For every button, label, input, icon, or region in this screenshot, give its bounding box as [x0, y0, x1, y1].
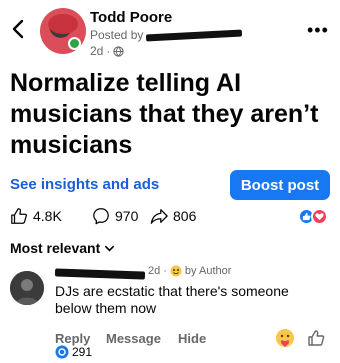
comment-button[interactable]: 970 — [92, 206, 138, 226]
redacted-name — [146, 29, 243, 42]
author-badge: by Author — [184, 265, 232, 277]
comment-text: DJs are ecstatic that there's someone be… — [55, 283, 289, 316]
love-reaction-icon — [311, 207, 328, 225]
share-arrow-icon — [150, 209, 168, 224]
commenter-avatar[interactable] — [10, 271, 44, 305]
comment-reaction-count[interactable]: 291 — [55, 345, 92, 359]
reaction-summary[interactable] — [298, 206, 328, 226]
globe-icon — [113, 45, 124, 57]
comments-count: 970 — [115, 208, 139, 224]
separator-dot: · — [163, 265, 167, 277]
posted-by-line: Posted by — [90, 28, 243, 42]
post-meta: 2d · — [90, 44, 124, 58]
care-emoji-icon[interactable] — [275, 328, 295, 348]
comment-sort-dropdown[interactable]: Most relevant — [10, 240, 115, 256]
online-status-dot — [68, 37, 81, 50]
back-arrow-icon[interactable] — [8, 18, 30, 40]
add-reaction-icon[interactable] — [306, 328, 326, 348]
thumbs-up-icon — [11, 208, 28, 224]
comment-meta: 2d · by Author — [148, 265, 231, 277]
sort-label: Most relevant — [10, 240, 101, 256]
message-button[interactable]: Message — [106, 331, 161, 346]
hide-button[interactable]: Hide — [178, 331, 206, 346]
share-button[interactable]: 806 — [150, 206, 196, 226]
comment-bubble-icon — [93, 208, 109, 225]
redacted-commenter-name — [54, 268, 146, 280]
separator-dot: · — [106, 44, 111, 58]
post-title: Normalize telling AI musicians that they… — [10, 69, 319, 159]
author-emoji-icon — [170, 265, 182, 277]
like-reaction-icon — [55, 345, 69, 359]
likes-count: 4.8K — [33, 208, 62, 224]
post-age[interactable]: 2d — [90, 44, 103, 58]
comment-age: 2d — [148, 265, 161, 277]
reply-button[interactable]: Reply — [55, 331, 90, 346]
reaction-count-value: 291 — [72, 345, 93, 359]
more-options-icon[interactable]: ••• — [307, 20, 329, 41]
chevron-down-icon — [105, 245, 115, 252]
posted-by-label: Posted by — [90, 28, 144, 42]
boost-post-button[interactable]: Boost post — [230, 170, 330, 200]
like-button[interactable]: 4.8K — [10, 206, 62, 226]
see-insights-link[interactable]: See insights and ads — [10, 176, 159, 193]
post-author-name[interactable]: Todd Poore — [90, 9, 172, 26]
shares-count: 806 — [173, 208, 197, 224]
